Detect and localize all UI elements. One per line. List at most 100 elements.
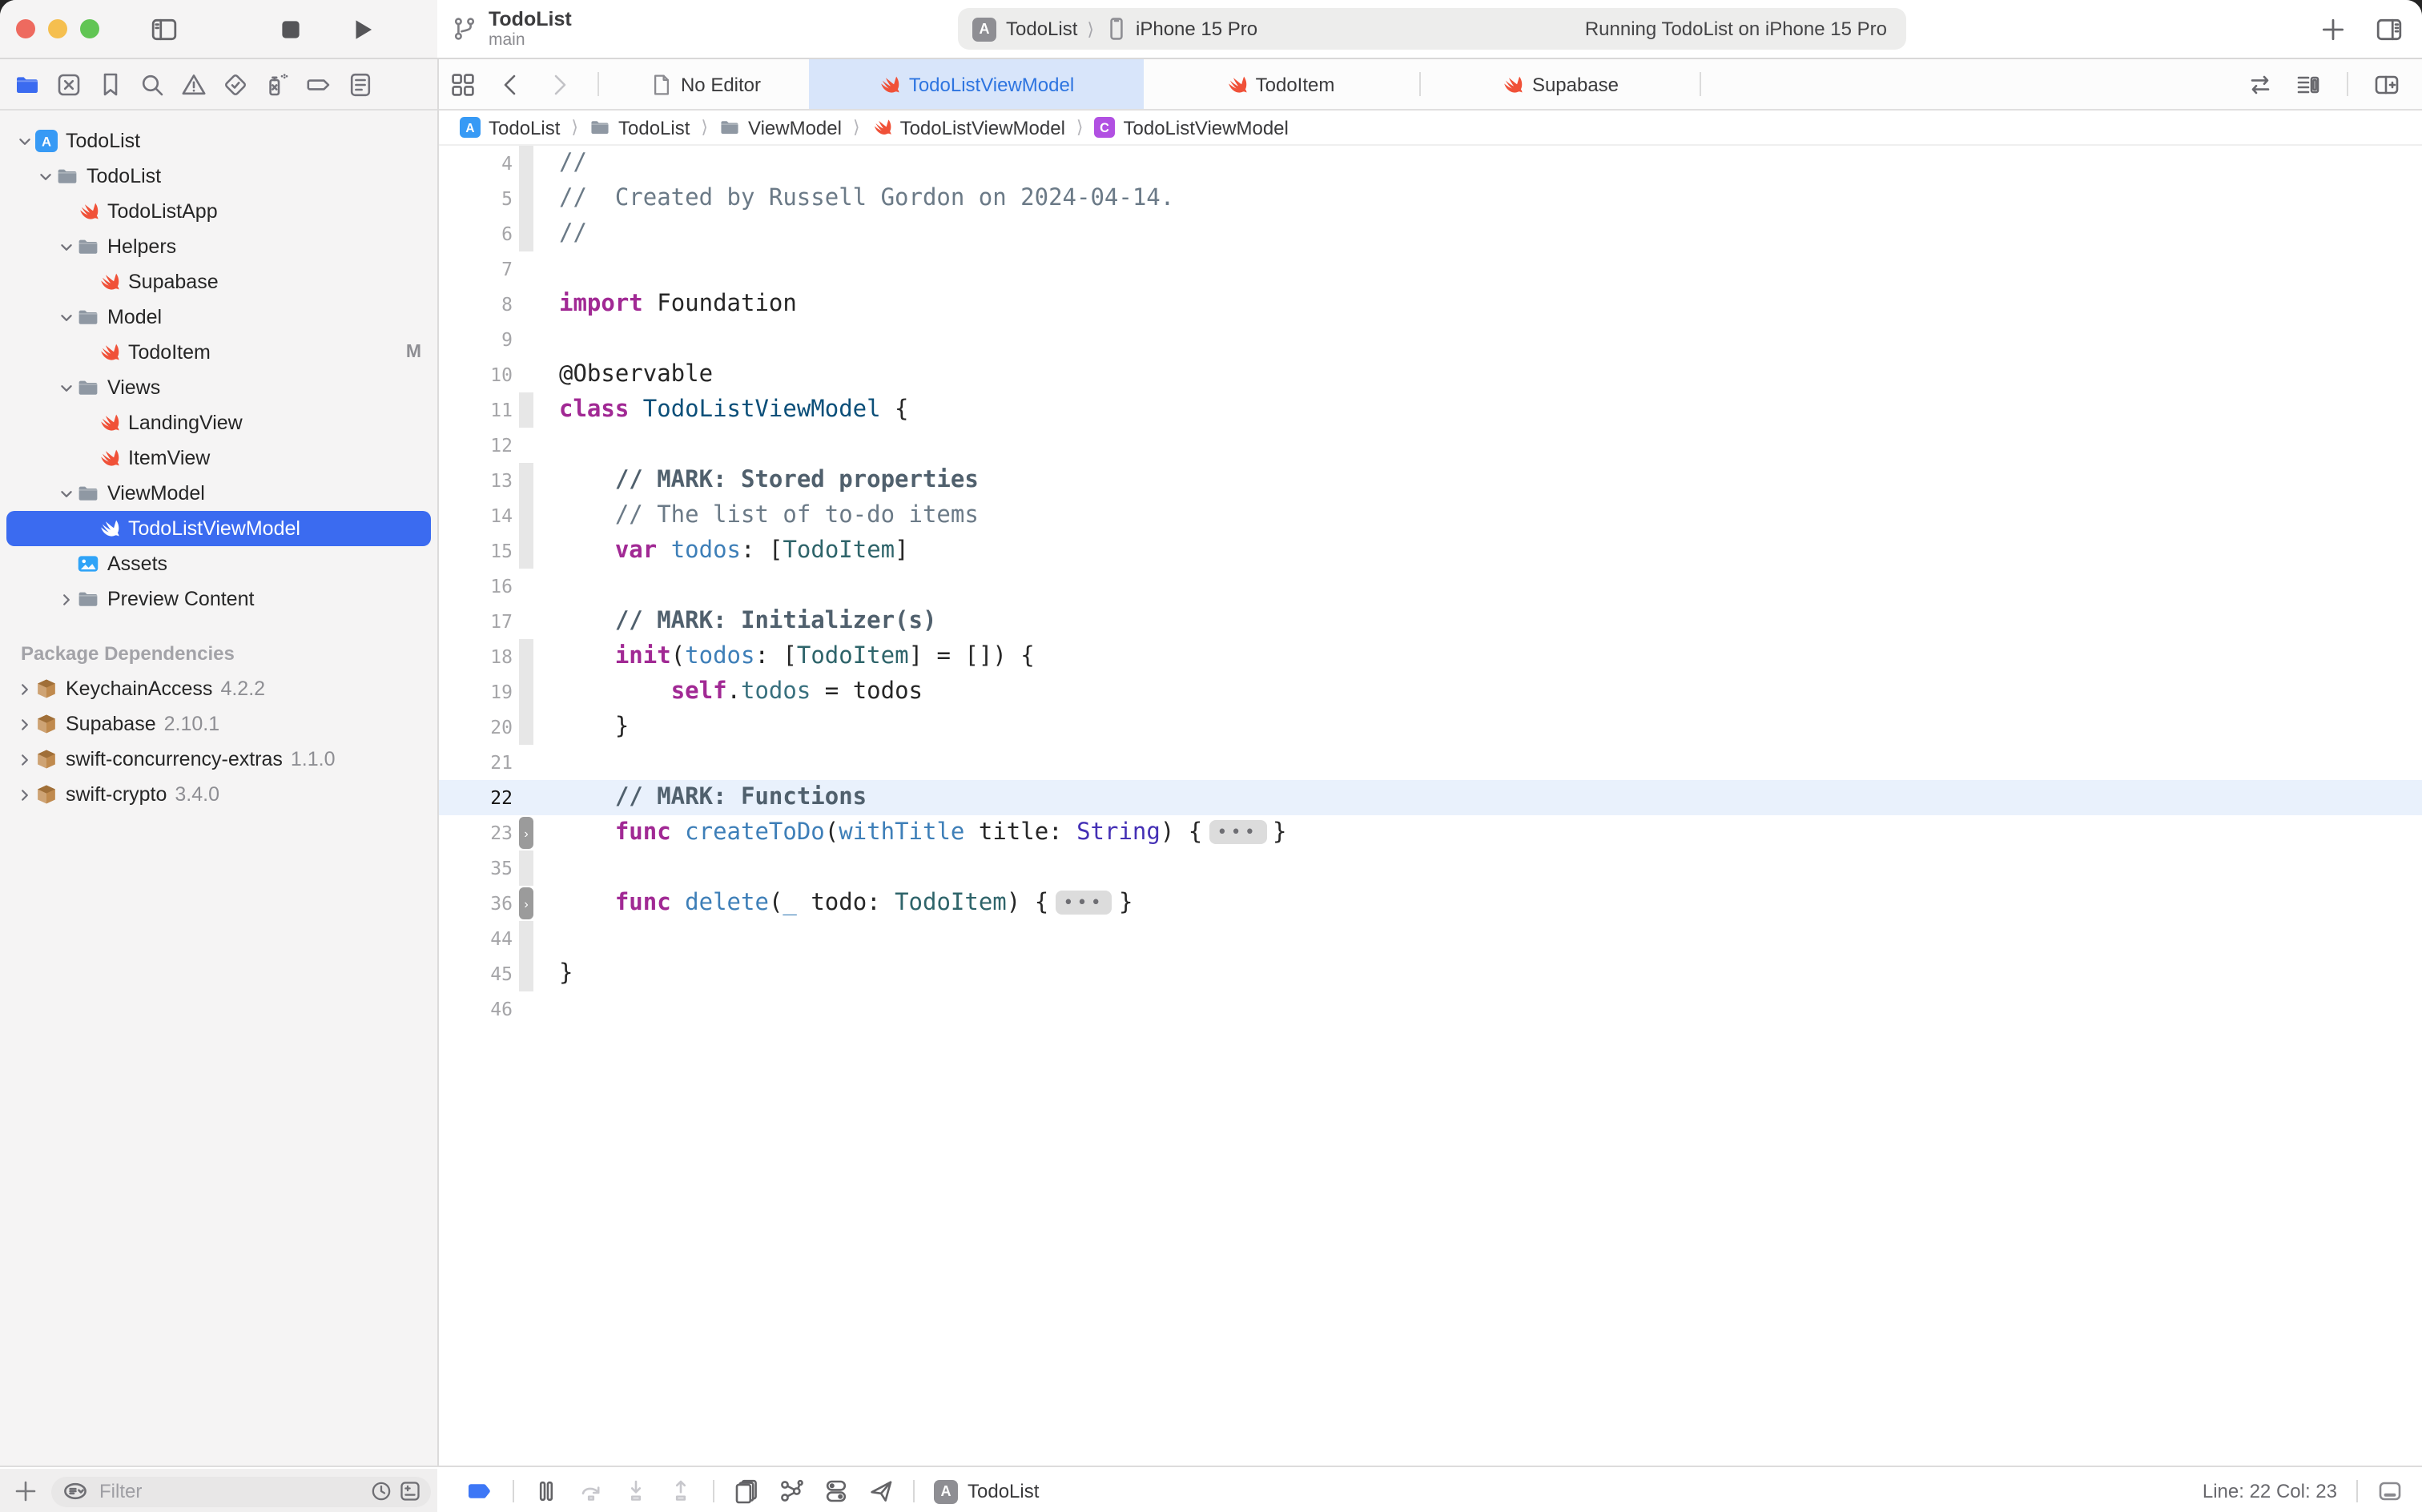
add-editor-tab-button[interactable] <box>2319 15 2347 42</box>
tab-todoitem[interactable]: TodoItem <box>1144 59 1416 109</box>
tree-item-supabase[interactable]: Supabase <box>0 264 437 300</box>
navigator-tab-tag-icon[interactable] <box>306 71 332 97</box>
disclosure-closed-icon[interactable] <box>13 682 35 696</box>
breadcrumb-chevron: ⟩ <box>1076 117 1084 138</box>
disclosure-open-icon[interactable] <box>54 486 77 501</box>
tree-item-helpers[interactable]: Helpers <box>0 229 437 264</box>
package-item-supabase[interactable]: Supabase2.10.1 <box>0 706 437 742</box>
run-button[interactable] <box>349 15 376 42</box>
add-file-button[interactable] <box>13 1478 38 1504</box>
back-button[interactable] <box>498 71 524 97</box>
filter-icon[interactable] <box>62 1478 88 1504</box>
editor-layout-icon[interactable] <box>2295 71 2321 97</box>
tab-no-editor[interactable]: No Editor <box>602 59 809 109</box>
disclosure-closed-icon[interactable] <box>13 787 35 802</box>
tree-item-todolist[interactable]: TodoList <box>0 159 437 194</box>
tree-item-preview-content[interactable]: Preview Content <box>0 581 437 617</box>
tree-item-todolistapp[interactable]: TodoListApp <box>0 194 437 229</box>
layers-button[interactable] <box>734 1478 759 1504</box>
zoom-button[interactable] <box>80 19 99 38</box>
tab-label: TodoListViewModel <box>909 73 1074 95</box>
disclosure-open-icon[interactable] <box>54 380 77 395</box>
disclosure-open-icon[interactable] <box>34 169 56 183</box>
breadcrumb-item[interactable]: CTodoListViewModel <box>1095 116 1289 139</box>
tree-item-label: LandingView <box>128 412 243 434</box>
package-item-keychainaccess[interactable]: KeychainAccess4.2.2 <box>0 671 437 706</box>
package-item-swift-crypto[interactable]: swift-crypto3.4.0 <box>0 777 437 812</box>
navigator-tab-warning-icon[interactable] <box>181 71 207 97</box>
filter-input[interactable] <box>96 1478 311 1504</box>
step-into-button[interactable] <box>623 1478 649 1504</box>
running-app-indicator[interactable]: ATodoList <box>934 1479 1039 1503</box>
tree-item-todoitem[interactable]: TodoItemM <box>0 335 437 370</box>
package-item-swift-concurrency-extras[interactable]: swift-concurrency-extras1.1.0 <box>0 742 437 777</box>
navigator-tab-diamond-check-icon[interactable] <box>223 71 248 97</box>
disclosure-open-icon[interactable] <box>54 310 77 324</box>
inspectors-toggle-button[interactable] <box>2376 15 2403 42</box>
debug-bar-divider <box>513 1480 514 1502</box>
tree-item-itemview[interactable]: ItemView <box>0 440 437 476</box>
folded-code-pill[interactable]: ••• <box>1055 891 1112 915</box>
gutter-strip <box>519 604 533 639</box>
memory-graph-button[interactable] <box>778 1478 804 1504</box>
navigator-tab-bookmark-icon[interactable] <box>98 71 123 97</box>
close-button[interactable] <box>16 19 35 38</box>
step-over-button[interactable] <box>578 1478 604 1504</box>
breadcrumb-chevron: ⟩ <box>571 117 578 138</box>
add-split-editor-icon[interactable] <box>2374 71 2400 97</box>
navigator-tab-spray-icon[interactable] <box>264 71 290 97</box>
tree-item-todolist[interactable]: ATodoList <box>0 123 437 159</box>
tab-divider <box>1700 72 1701 96</box>
disclosure-closed-icon[interactable] <box>13 752 35 766</box>
code-fold-handle[interactable]: › <box>519 887 533 919</box>
folded-code-pill[interactable]: ••• <box>1209 820 1266 844</box>
swap-editor-icon[interactable] <box>2247 71 2273 97</box>
scheme-app-name[interactable]: TodoList <box>1006 18 1077 40</box>
tab-todolistviewmodel[interactable]: TodoListViewModel <box>809 59 1144 109</box>
tree-item-model[interactable]: Model <box>0 300 437 335</box>
tab-supabase[interactable]: Supabase <box>1424 59 1696 109</box>
navigator-tab-search-icon[interactable] <box>139 71 165 97</box>
stop-button[interactable] <box>277 15 304 42</box>
line-number: 20 <box>439 716 513 738</box>
app-icon: A <box>934 1479 958 1503</box>
project-title: TodoList <box>489 9 572 30</box>
breadcrumb-item[interactable]: ViewModel <box>719 116 842 139</box>
tree-item-views[interactable]: Views <box>0 370 437 405</box>
disclosure-open-icon[interactable] <box>13 134 35 148</box>
forward-button[interactable] <box>546 71 572 97</box>
disclosure-open-icon[interactable] <box>54 239 77 254</box>
source-control-status-filter-icon[interactable] <box>399 1480 421 1502</box>
source-editor[interactable]: 4//5// Created by Russell Gordon on 2024… <box>439 146 2422 1466</box>
git-branch-icon <box>452 16 477 42</box>
breadcrumb-item[interactable]: TodoListViewModel <box>871 116 1065 139</box>
pause-button[interactable] <box>533 1478 559 1504</box>
filter-field[interactable] <box>51 1476 431 1506</box>
debug-area-toggle-icon[interactable] <box>2377 1478 2403 1504</box>
disclosure-closed-icon[interactable] <box>54 592 77 606</box>
minimize-button[interactable] <box>48 19 67 38</box>
tree-item-landingview[interactable]: LandingView <box>0 405 437 440</box>
disclosure-closed-icon[interactable] <box>13 717 35 731</box>
code-fold-handle[interactable]: › <box>519 817 533 849</box>
change-bar <box>519 181 533 216</box>
tree-item-todolistviewmodel[interactable]: TodoListViewModel <box>6 511 431 546</box>
scheme-destination[interactable]: iPhone 15 Pro <box>1136 18 1257 40</box>
tree-item-assets[interactable]: Assets <box>0 546 437 581</box>
breakpoint-fill-button[interactable] <box>468 1478 493 1504</box>
step-out-button[interactable] <box>668 1478 694 1504</box>
breadcrumb-item[interactable]: ATodoList <box>460 116 560 139</box>
navigator-tab-report-icon[interactable] <box>348 71 373 97</box>
navigator-tab-folder-icon[interactable] <box>14 71 40 97</box>
location-button[interactable] <box>868 1478 894 1504</box>
recent-files-clock-icon[interactable] <box>370 1480 392 1502</box>
toggles-button[interactable] <box>823 1478 849 1504</box>
breadcrumb-item[interactable]: TodoList <box>589 116 690 139</box>
scheme-selector[interactable]: A TodoList ⟩ iPhone 15 Pro Running TodoL… <box>958 8 1906 50</box>
code-text: // The list of to-do items <box>559 503 979 529</box>
navigator-sidebar-toggle-button[interactable] <box>151 15 178 42</box>
tree-item-viewmodel[interactable]: ViewModel <box>0 476 437 511</box>
tab-overview-icon[interactable] <box>450 71 476 97</box>
gutter-strip <box>519 251 533 287</box>
navigator-tab-xsquare-icon[interactable] <box>56 71 82 97</box>
